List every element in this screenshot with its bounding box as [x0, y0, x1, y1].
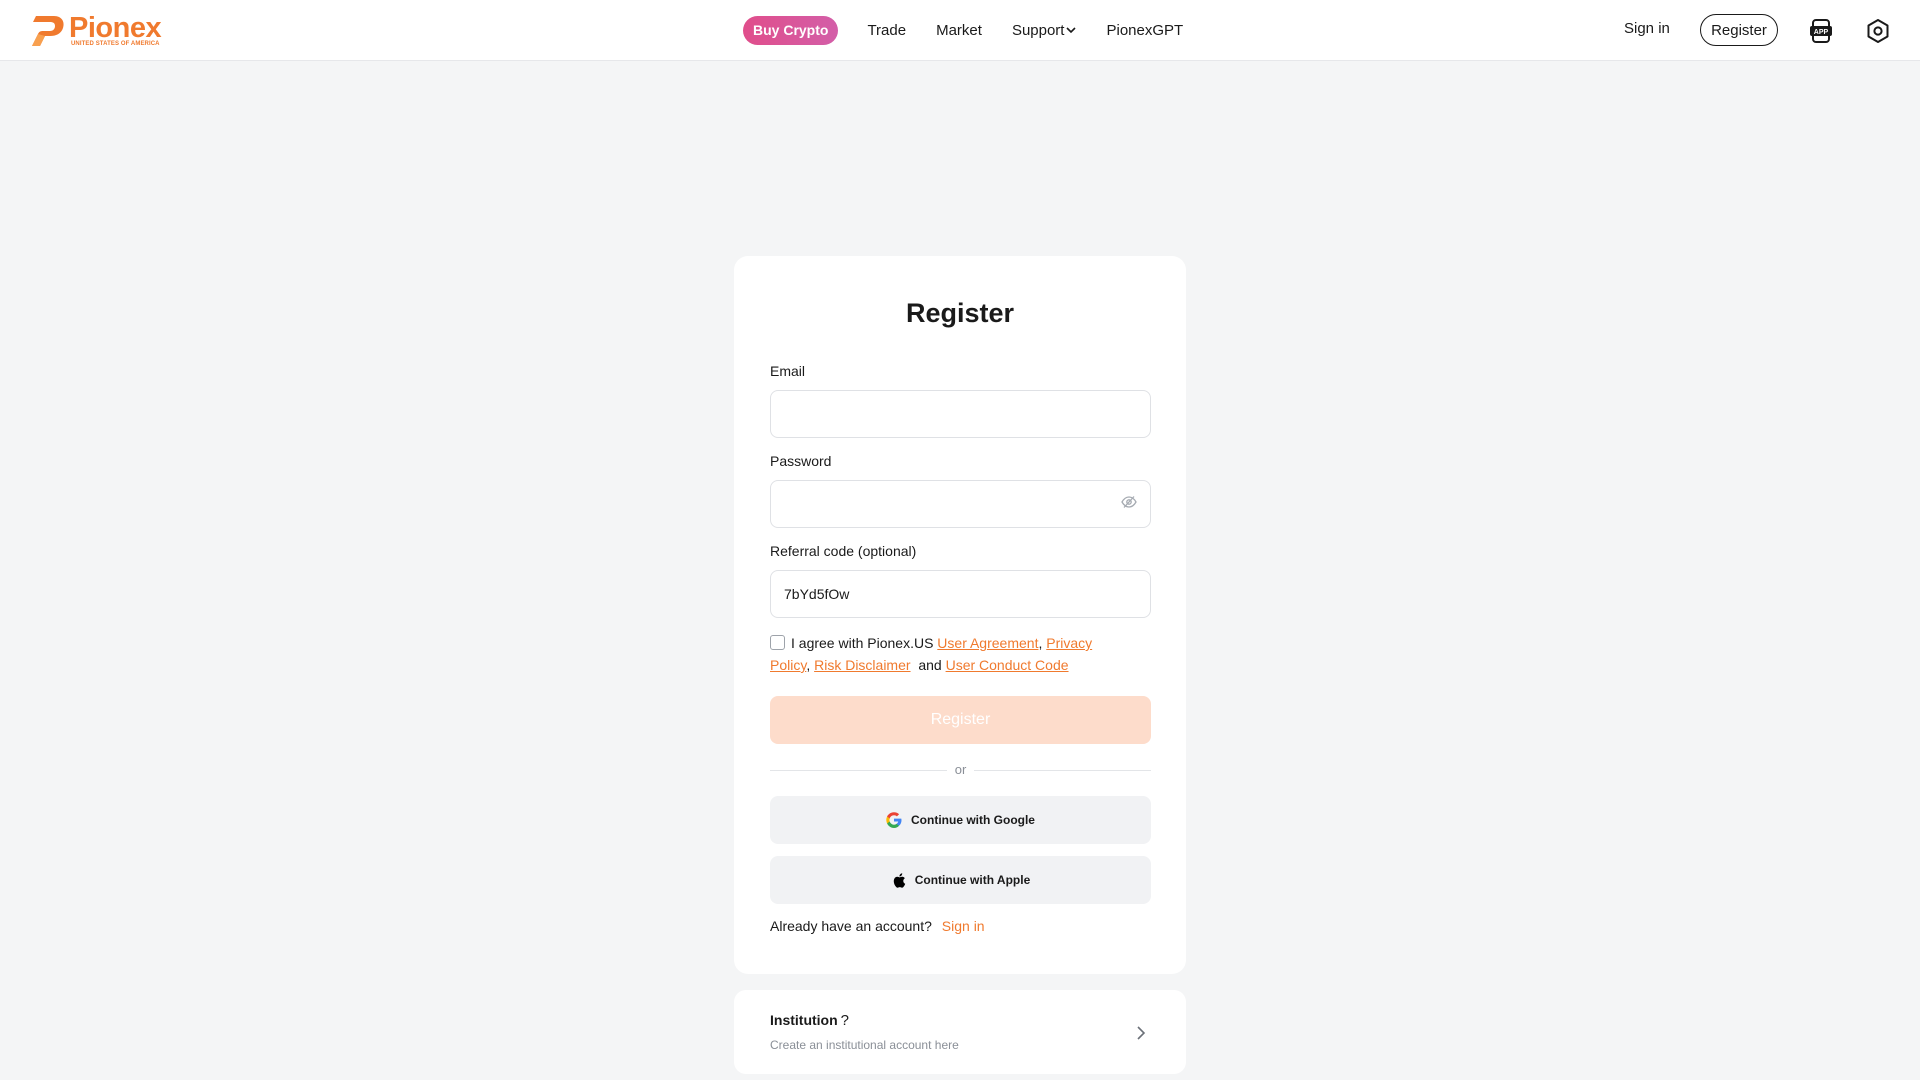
continue-with-apple-button[interactable]: Continue with Apple: [770, 856, 1151, 904]
or-text: or: [954, 762, 967, 777]
institution-help-icon[interactable]: ?: [841, 1012, 849, 1029]
chevron-right-icon: [1137, 1026, 1146, 1040]
header-sign-in-link[interactable]: Sign in: [1624, 20, 1670, 37]
logo-subtitle: UNITED STATES OF AMERICA: [71, 40, 160, 47]
agree-and: and: [918, 657, 942, 673]
agree-prefix: I agree with Pionex.US: [791, 635, 934, 651]
page-title: Register: [905, 298, 1015, 328]
institution-label: Institution: [770, 1012, 838, 1028]
nav-trade[interactable]: Trade: [867, 22, 906, 39]
nav-market[interactable]: Market: [936, 22, 982, 39]
password-label: Password: [770, 453, 832, 469]
pionex-logo[interactable]: Pionex UNITED STATES OF AMERICA: [30, 11, 162, 48]
gear-icon[interactable]: [1865, 18, 1891, 44]
svg-text:APP: APP: [1814, 29, 1829, 36]
already-have-account: Already have an account? Sign in: [770, 918, 985, 934]
agreement-row: I agree with Pionex.US User Agreement, P…: [770, 635, 1093, 673]
google-icon: [886, 812, 902, 828]
referral-label: Referral code (optional): [770, 543, 917, 559]
pionex-logo-icon: [32, 16, 64, 46]
logo-name: Pionex: [69, 11, 162, 44]
risk-disclaimer-link[interactable]: Risk Disclaimer: [814, 657, 910, 673]
email-field[interactable]: [770, 390, 1151, 438]
app-download-icon[interactable]: APP: [1808, 18, 1834, 44]
or-divider: or: [770, 762, 1151, 778]
institution-title: Institution?: [770, 1012, 849, 1029]
institution-card[interactable]: Institution? Create an institutional acc…: [734, 990, 1186, 1074]
email-label: Email: [770, 363, 806, 379]
hide-password-eye-icon[interactable]: [1121, 495, 1137, 509]
referral-code-field[interactable]: [770, 570, 1151, 618]
header-register-button[interactable]: Register: [1700, 14, 1778, 46]
already-text: Already have an account?: [770, 918, 932, 934]
google-button-label: Continue with Google: [911, 813, 1035, 827]
sign-in-link[interactable]: Sign in: [942, 918, 985, 934]
agree-checkbox[interactable]: [770, 635, 785, 650]
main-nav: Buy Crypto Trade Market Support PionexGP…: [743, 15, 1213, 45]
top-header: Pionex UNITED STATES OF AMERICA Buy Cryp…: [0, 0, 1920, 61]
password-field[interactable]: [770, 480, 1151, 528]
nav-support-label: Support: [1011, 21, 1065, 39]
apple-icon: [893, 872, 905, 888]
institution-subtitle: Create an institutional account here: [770, 1038, 959, 1052]
user-conduct-code-link[interactable]: User Conduct Code: [946, 657, 1069, 673]
continue-with-google-button[interactable]: Continue with Google: [770, 796, 1151, 844]
nav-pionexgpt[interactable]: PionexGPT: [1106, 22, 1183, 39]
buy-crypto-button[interactable]: Buy Crypto: [743, 15, 839, 45]
nav-support[interactable]: Support: [1012, 22, 1077, 39]
user-agreement-link[interactable]: User Agreement: [937, 635, 1038, 651]
chevron-down-icon: [1066, 27, 1077, 34]
register-submit-button[interactable]: Register: [770, 696, 1151, 744]
register-card: Register Email Password Referral code (o…: [734, 256, 1186, 974]
apple-button-label: Continue with Apple: [914, 873, 1031, 887]
